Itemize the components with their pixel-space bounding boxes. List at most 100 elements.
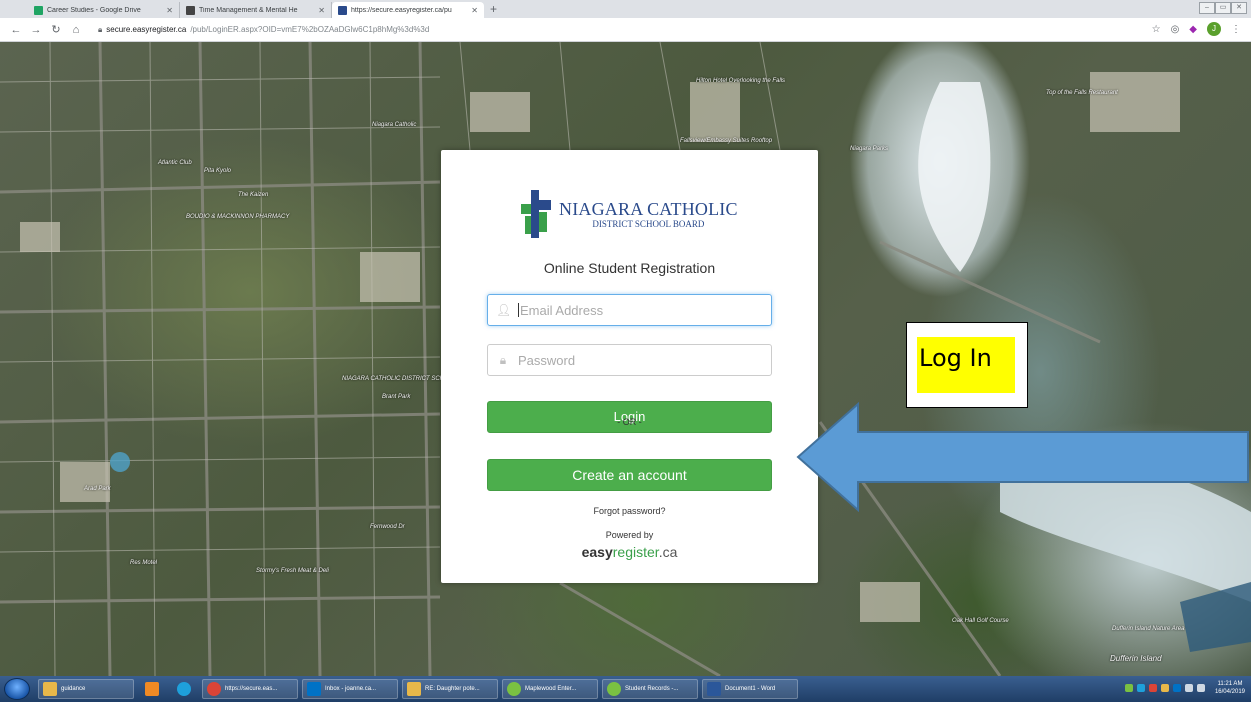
powered-by-label: Powered by [605,530,654,540]
reload-icon[interactable]: ↻ [48,23,64,36]
website-icon [186,5,195,15]
map-label: Brant Park [382,394,411,400]
email-placeholder: Email Address [520,302,604,318]
word-icon [707,682,721,696]
bookmark-star-icon[interactable]: ☆ [1152,24,1161,35]
tab-career-studies[interactable]: Career Studies - Google Drive ✕ [28,2,180,18]
clock-date: 16/04/2019 [1214,689,1245,695]
tray-icon[interactable] [1148,684,1157,692]
system-tray: 11:21 AM 16/04/2019 [1124,680,1245,696]
home-icon[interactable]: ⌂ [68,24,84,36]
tab-strip: Career Studies - Google Drive ✕ Time Man… [0,0,1251,18]
taskbar-item-chrome[interactable]: https://secure.eas... [202,679,298,699]
extension-puzzle-icon[interactable]: ◆ [1189,24,1197,35]
email-field[interactable]: 👤︎ Email Address [487,294,772,326]
text-caret [518,303,519,317]
map-label: Niagara Parks [850,146,889,152]
tray-icon[interactable] [1124,684,1133,692]
taskbar-label: guidance [61,686,86,692]
map-label: Dufferin Island [1110,654,1162,663]
annotation-callout: Log In [906,322,1028,408]
map-label: Dufferin Island Nature Area [1112,626,1185,632]
map-label: Arad Park [84,486,111,492]
page-viewport: Atlantic Club Pita Kyolo The Kaizen BOUD… [0,42,1251,676]
maplewood-icon [507,682,521,696]
easyregister-icon [338,5,347,15]
or-divider: - OR - [617,417,642,427]
taskbar-item-outlook[interactable]: Inbox - joanne.ca... [302,679,398,699]
extension-icon[interactable]: ◎ [1171,24,1180,35]
taskbar-label: https://secure.eas... [225,686,278,692]
logo-line1: NIAGARA CATHOLIC [559,199,738,219]
taskbar-item-word[interactable]: Document1 - Word [702,679,798,699]
map-label: Pita Kyolo [204,168,232,174]
tab-title: Career Studies - Google Drive [47,6,141,14]
lock-icon: 🔒︎ [98,24,103,34]
create-account-button[interactable]: Create an account [487,459,772,491]
system-clock[interactable]: 11:21 AM 16/04/2019 [1215,680,1245,696]
url-path: /pub/LoginER.aspx?OID=vmE7%2bOZAaDGlw6C1… [190,25,430,34]
folder-icon [43,682,57,696]
new-tab-button[interactable]: + [490,2,497,18]
maplewood-icon [607,682,621,696]
taskbar-label: Maplewood Enter... [525,686,577,692]
back-icon[interactable]: ← [8,24,24,36]
close-icon[interactable]: ✕ [471,6,478,15]
envelope-icon [407,682,421,696]
window-controls: – ▭ ✕ [1199,2,1247,14]
page-title: Online Student Registration [543,260,716,276]
taskbar-item-explorer[interactable]: guidance [38,679,134,699]
media-player-icon[interactable] [138,679,166,699]
brand-register: register [612,544,659,560]
tab-title: https://secure.easyregister.ca/pu [351,6,452,14]
address-bar: ← → ↻ ⌂ 🔒︎ secure.easyregister.ca/pub/Lo… [0,18,1251,42]
network-icon[interactable] [1184,684,1193,692]
close-icon[interactable]: ✕ [166,6,173,15]
map-label: Niagara Catholic [372,122,417,128]
taskbar-item-maplewood[interactable]: Maplewood Enter... [502,679,598,699]
taskbar-item-student-records[interactable]: Student Records -... [602,679,698,699]
tray-icon[interactable] [1136,684,1145,692]
map-label: Fernwood Dr [370,524,405,530]
toolbar-icons: ☆ ◎ ◆ J ⋮ [1152,22,1241,36]
tray-icon[interactable] [1172,684,1181,692]
close-icon[interactable]: ✕ [318,6,325,15]
brand-easy: easy [581,544,613,560]
user-icon: 👤︎ [496,303,512,317]
close-window-button[interactable]: ✕ [1231,2,1247,14]
tab-time-management[interactable]: Time Management & Mental He ✕ [180,2,332,18]
url-field[interactable]: 🔒︎ secure.easyregister.ca/pub/LoginER.as… [98,25,429,35]
map-label: BOUDIO & MACKINNON PHARMACY [186,214,290,220]
annotation-text: Log In [917,337,1015,393]
taskbar-item-email[interactable]: RE: Daughter pote... [402,679,498,699]
internet-explorer-icon[interactable] [170,679,198,699]
tab-easyregister[interactable]: https://secure.easyregister.ca/pu ✕ [332,2,484,18]
minimize-button[interactable]: – [1199,2,1215,14]
forward-icon[interactable]: → [28,24,44,36]
clock-time: 11:21 AM [1217,681,1243,687]
map-label: The Kaizen [238,192,269,198]
map-label: Res Motel [130,560,158,566]
menu-icon[interactable]: ⋮ [1231,24,1241,35]
tray-icon[interactable] [1160,684,1169,692]
tab-title: Time Management & Mental He [199,6,298,14]
start-button[interactable] [4,678,30,700]
forgot-password-link[interactable]: Forgot password? [441,506,818,516]
school-board-logo: NIAGARA CATHOLIC DISTRICT SCHOOL BOARD [521,190,738,238]
login-card: NIAGARA CATHOLIC DISTRICT SCHOOL BOARD O… [441,150,818,583]
password-field[interactable]: 🔒︎ Password [487,344,772,376]
brand-ca: .ca [658,544,678,560]
map-label: NIAGARA CATHOLIC DISTRICT SCHOOL [342,376,457,382]
taskbar-label: Document1 - Word [725,686,776,692]
password-placeholder: Password [518,352,576,368]
taskbar-label: Student Records -... [625,686,679,692]
map-label: Stormy's Fresh Meat & Deli [256,568,329,574]
profile-avatar[interactable]: J [1207,22,1221,36]
easyregister-logo: easyregister.ca [441,544,818,560]
lock-icon: 🔒︎ [499,352,507,367]
logo-line2: DISTRICT SCHOOL BOARD [592,219,705,229]
map-label: Oak Hall Golf Course [952,618,1009,624]
maximize-button[interactable]: ▭ [1215,2,1231,14]
volume-icon[interactable] [1196,684,1205,692]
left-arrow-icon [796,402,1249,512]
